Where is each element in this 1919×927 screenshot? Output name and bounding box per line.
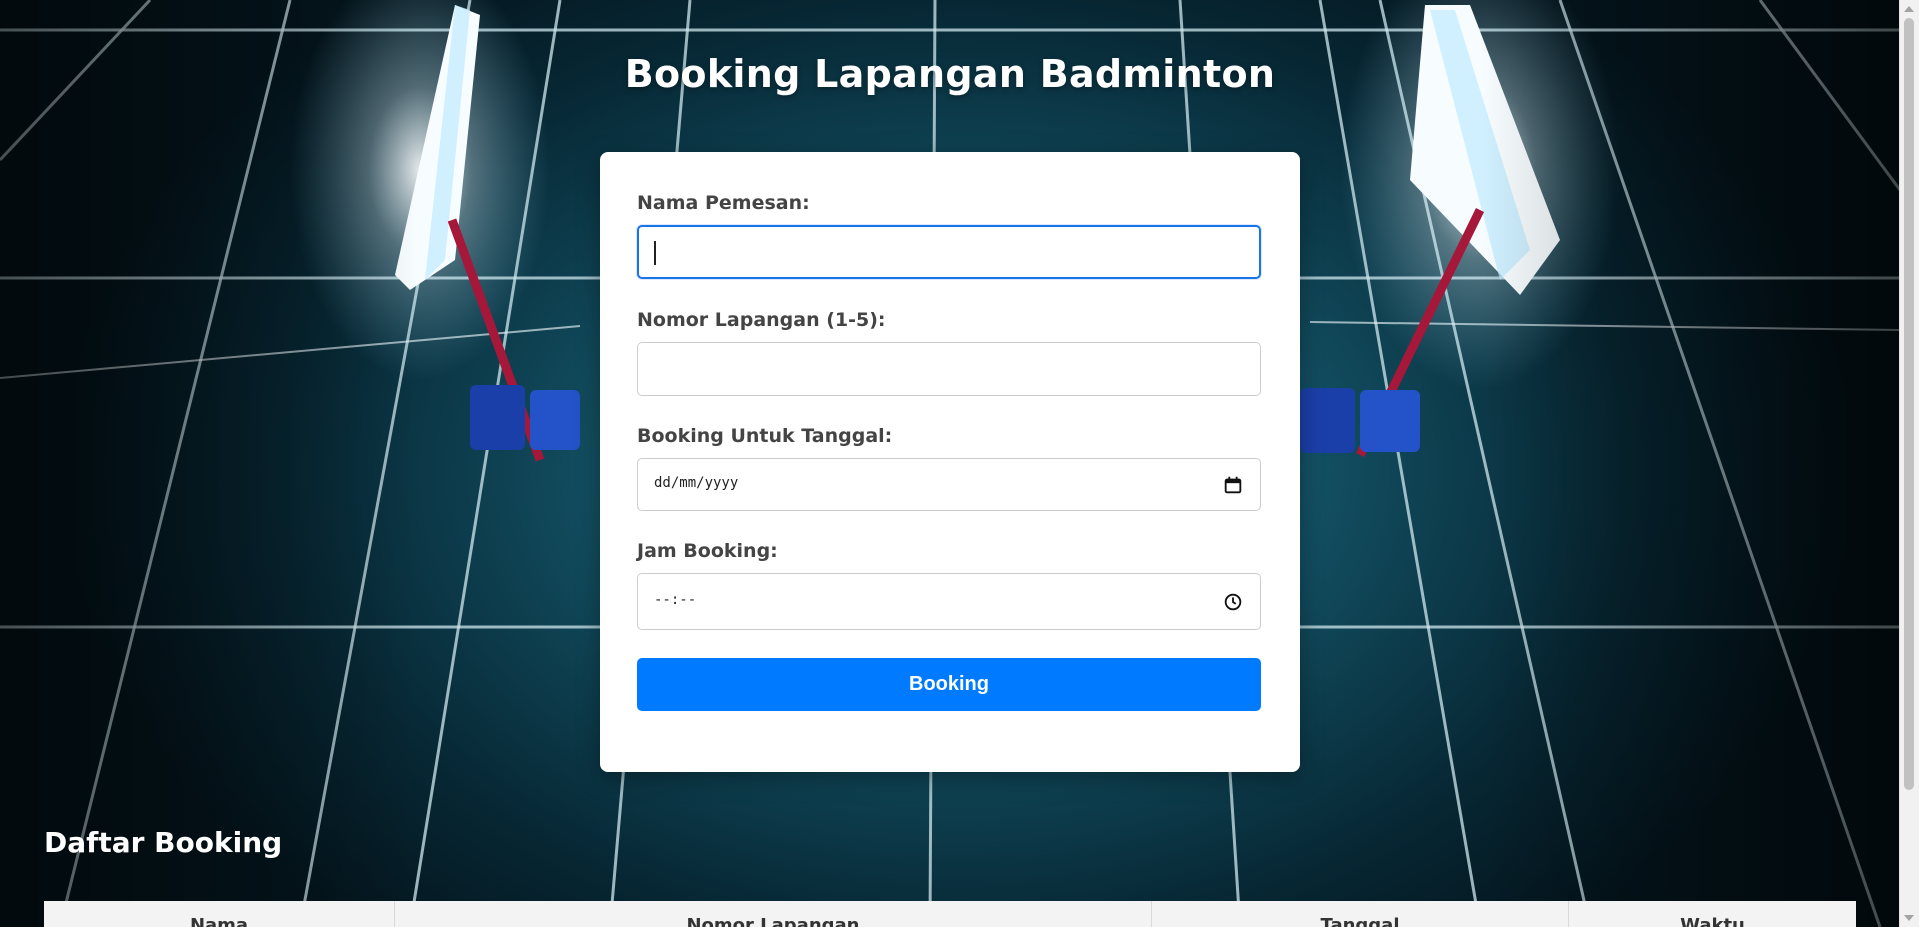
court-number-label: Nomor Lapangan (1-5): bbox=[637, 309, 886, 331]
name-input[interactable] bbox=[637, 225, 1261, 279]
court-number-input[interactable] bbox=[637, 342, 1261, 396]
date-placeholder: dd/mm/yyyy bbox=[654, 475, 739, 491]
booking-form: Nama Pemesan: Nomor Lapangan (1-5): Book… bbox=[600, 152, 1300, 772]
time-input[interactable]: --:-- bbox=[637, 573, 1261, 630]
page-title: Booking Lapangan Badminton bbox=[624, 52, 1276, 96]
column-header-court: Nomor Lapangan bbox=[394, 901, 1152, 927]
table-header-row: Nama Nomor Lapangan Tanggal Waktu bbox=[44, 901, 1856, 927]
scrollbar-thumb[interactable] bbox=[1904, 18, 1914, 790]
column-header-date: Tanggal bbox=[1151, 901, 1569, 927]
booking-submit-button[interactable]: Booking bbox=[637, 658, 1261, 711]
scroll-down-arrow-icon[interactable] bbox=[1904, 915, 1914, 921]
browser-viewport: Booking Lapangan Badminton Nama Pemesan:… bbox=[0, 0, 1919, 927]
date-label: Booking Untuk Tanggal: bbox=[637, 425, 893, 447]
time-placeholder: --:-- bbox=[654, 592, 697, 608]
page-scrollbar[interactable] bbox=[1899, 0, 1919, 927]
text-caret bbox=[654, 241, 656, 265]
scroll-up-arrow-icon[interactable] bbox=[1904, 6, 1914, 12]
booking-table: Nama Nomor Lapangan Tanggal Waktu bbox=[44, 901, 1856, 927]
name-label: Nama Pemesan: bbox=[637, 192, 810, 214]
column-header-time: Waktu bbox=[1680, 915, 1745, 927]
date-input[interactable]: dd/mm/yyyy bbox=[637, 458, 1261, 511]
calendar-icon[interactable] bbox=[1222, 474, 1244, 496]
column-header-name: Nama bbox=[44, 901, 395, 927]
clock-icon[interactable] bbox=[1222, 591, 1244, 613]
time-label: Jam Booking: bbox=[637, 540, 778, 562]
booking-list-title: Daftar Booking bbox=[44, 826, 283, 859]
